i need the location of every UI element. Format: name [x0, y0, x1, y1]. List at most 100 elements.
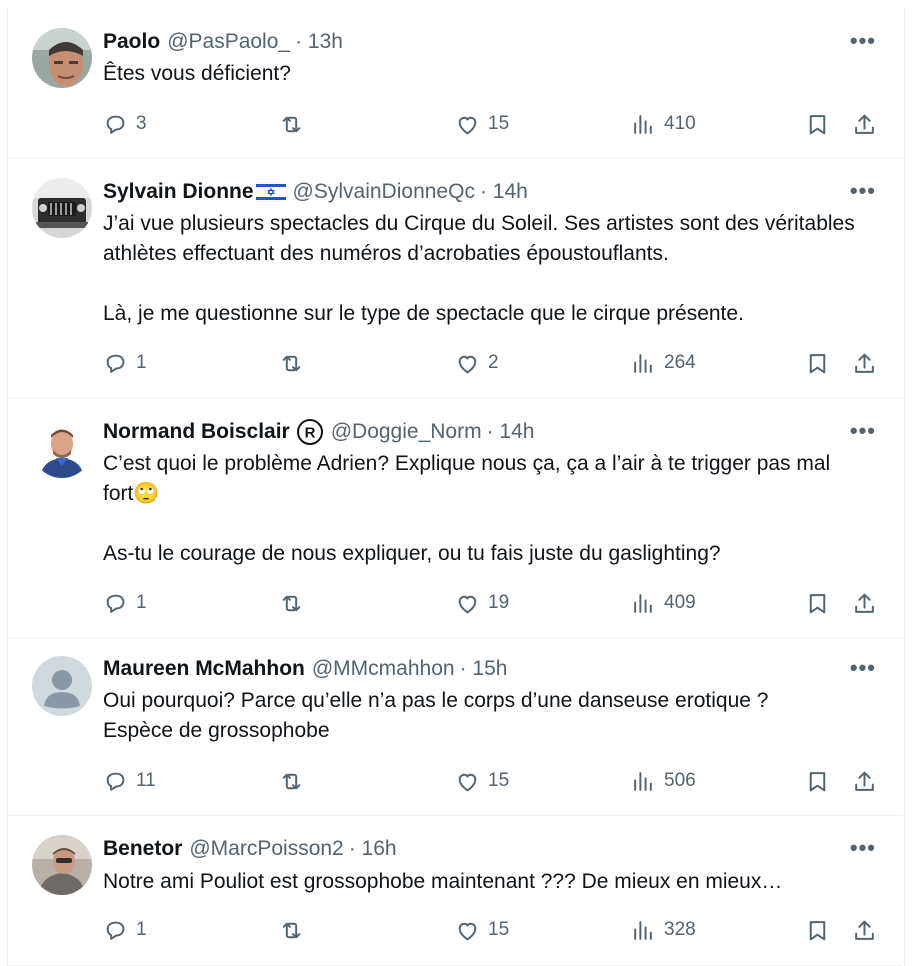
views-count: 328: [664, 919, 696, 940]
reply-count: 11: [136, 770, 156, 791]
timestamp[interactable]: · 14h: [480, 180, 528, 204]
like-count: 15: [488, 113, 510, 134]
tweet-actions: 1 15 328: [103, 915, 878, 945]
bookmark-button[interactable]: [805, 588, 830, 618]
user-handle[interactable]: @MarcPoisson2: [189, 837, 343, 861]
reply-button[interactable]: 1: [103, 915, 147, 945]
reply-icon: [106, 772, 125, 791]
share-icon: [855, 920, 874, 940]
reply-icon: [106, 921, 125, 940]
reply-button[interactable]: 3: [103, 109, 147, 139]
user-name[interactable]: Normand Boisclair: [103, 420, 290, 444]
views-button[interactable]: 506: [631, 766, 696, 796]
avatar[interactable]: [32, 178, 92, 238]
user-handle[interactable]: @SylvainDionneQc: [293, 180, 475, 204]
tweet[interactable]: Normand Boisclair R @Doggie_Norm · 14h •…: [8, 398, 902, 638]
heart-icon: [458, 922, 477, 940]
more-icon[interactable]: •••: [850, 28, 876, 54]
share-icon: [855, 114, 874, 134]
reply-count: 1: [136, 592, 147, 613]
views-button[interactable]: 410: [631, 109, 696, 139]
tweet-header: Paolo @PasPaolo_ · 13h: [103, 28, 343, 56]
user-handle[interactable]: @MMcmahhon: [312, 657, 455, 681]
bookmark-icon: [809, 593, 826, 613]
like-count: 2: [488, 352, 499, 373]
tweet-actions: 1 19 409: [103, 588, 878, 618]
timestamp[interactable]: · 14h: [487, 420, 535, 444]
avatar[interactable]: [32, 28, 92, 88]
user-handle[interactable]: @PasPaolo_: [167, 30, 290, 54]
share-button[interactable]: [852, 766, 877, 796]
like-count: 15: [488, 919, 510, 940]
views-count: 264: [664, 352, 696, 373]
views-count: 410: [664, 113, 696, 134]
retweet-button[interactable]: [279, 915, 304, 945]
tweet[interactable]: Paolo @PasPaolo_ · 13h ••• Êtes vous déf…: [8, 8, 902, 158]
share-button[interactable]: [852, 348, 877, 378]
views-button[interactable]: 328: [631, 915, 696, 945]
retweet-button[interactable]: [279, 109, 304, 139]
reply-button[interactable]: 11: [103, 766, 156, 796]
bookmark-button[interactable]: [805, 766, 830, 796]
views-icon: [634, 353, 652, 373]
reply-button[interactable]: 1: [103, 588, 147, 618]
avatar[interactable]: [32, 656, 92, 716]
timestamp[interactable]: · 13h: [295, 30, 343, 54]
tweet[interactable]: Maureen McMahhon @MMcmahhon · 15h ••• Ou…: [8, 638, 902, 816]
retweet-icon: [282, 595, 301, 611]
like-button[interactable]: 15: [455, 109, 509, 139]
views-button[interactable]: 264: [631, 348, 696, 378]
like-button[interactable]: 15: [455, 766, 509, 796]
share-button[interactable]: [852, 588, 877, 618]
like-button[interactable]: 2: [455, 348, 499, 378]
tweet[interactable]: Sylvain Dionne @SylvainDionneQc · 14h ••…: [8, 158, 902, 398]
views-button[interactable]: 409: [631, 588, 696, 618]
tweet-text: Oui pourquoi? Parce qu’elle n’a pas le c…: [103, 689, 769, 742]
retweet-icon: [282, 773, 301, 789]
tweet[interactable]: Benetor @MarcPoisson2 · 16h ••• Notre am…: [8, 816, 902, 966]
tweet-actions: 1 2 264: [103, 348, 878, 378]
views-icon: [634, 771, 652, 791]
timestamp[interactable]: · 15h: [460, 657, 508, 681]
tweet-actions: 3 15 410: [103, 109, 878, 139]
share-icon: [855, 353, 874, 373]
like-count: 19: [488, 592, 510, 613]
retweet-icon: [282, 355, 301, 371]
like-button[interactable]: 15: [455, 915, 509, 945]
heart-icon: [458, 355, 477, 373]
more-icon[interactable]: •••: [850, 835, 876, 861]
like-button[interactable]: 19: [455, 588, 509, 618]
reply-icon: [106, 354, 125, 373]
bookmark-button[interactable]: [805, 348, 830, 378]
reply-icon: [106, 115, 125, 134]
bookmark-icon: [809, 771, 826, 791]
bookmark-button[interactable]: [805, 915, 830, 945]
user-name[interactable]: Maureen McMahhon: [103, 657, 305, 681]
share-button[interactable]: [852, 109, 877, 139]
bookmark-icon: [809, 353, 826, 373]
retweet-button[interactable]: [279, 348, 304, 378]
timestamp[interactable]: · 16h: [349, 837, 397, 861]
user-name[interactable]: Benetor: [103, 837, 182, 861]
retweet-button[interactable]: [279, 766, 304, 796]
more-icon[interactable]: •••: [850, 418, 876, 444]
retweet-button[interactable]: [279, 588, 304, 618]
heart-icon: [458, 773, 477, 791]
user-name[interactable]: Paolo: [103, 30, 160, 54]
israel-flag-icon: [255, 182, 286, 202]
reply-icon: [106, 594, 125, 613]
reply-count: 3: [136, 113, 147, 134]
bookmark-icon: [809, 920, 826, 940]
bookmark-button[interactable]: [805, 109, 830, 139]
more-icon[interactable]: •••: [850, 655, 876, 681]
user-name[interactable]: Sylvain Dionne: [103, 180, 254, 204]
reply-button[interactable]: 1: [103, 348, 147, 378]
tweet-text: C’est quoi le problème Adrien? Explique …: [103, 452, 831, 565]
share-button[interactable]: [852, 915, 877, 945]
user-handle[interactable]: @Doggie_Norm: [331, 420, 482, 444]
more-icon[interactable]: •••: [850, 178, 876, 204]
avatar[interactable]: [32, 835, 92, 895]
tweet-text: Notre ami Pouliot est grossophobe mainte…: [103, 870, 783, 893]
avatar[interactable]: [32, 418, 92, 478]
tweet-header: Normand Boisclair R @Doggie_Norm · 14h: [103, 418, 534, 446]
